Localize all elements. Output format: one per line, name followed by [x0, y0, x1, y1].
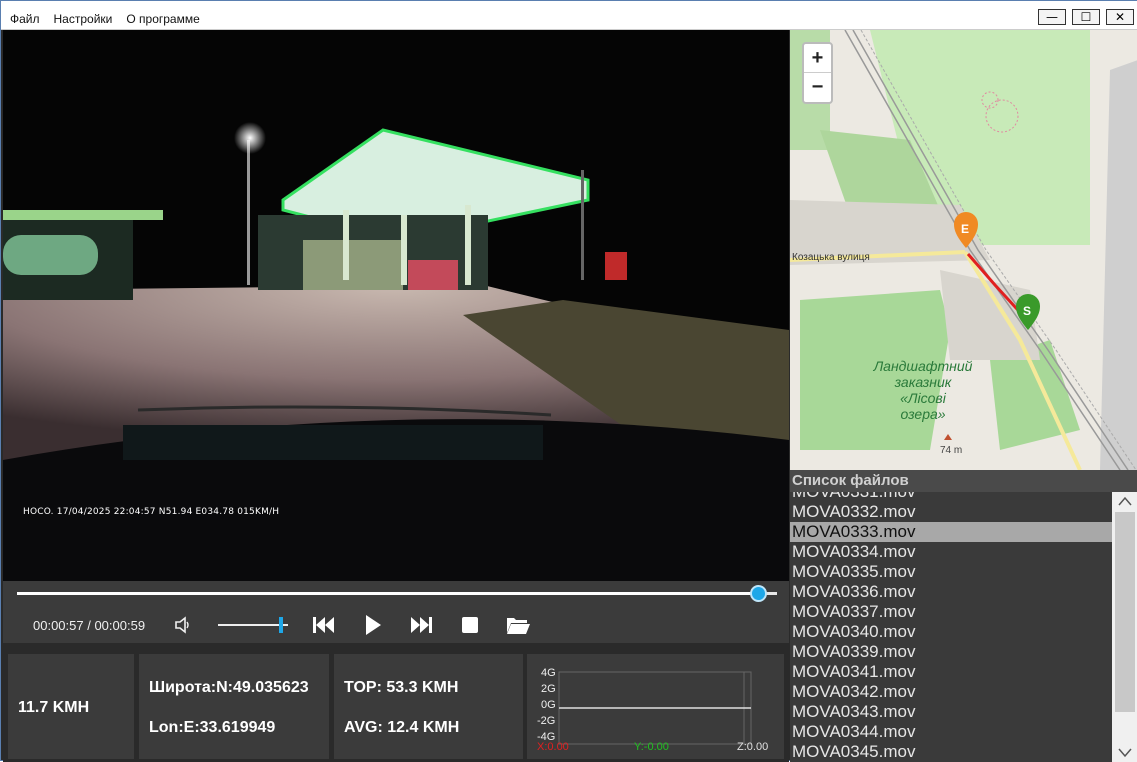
park-label-line: озера»: [900, 406, 946, 422]
video-overlay-text: HOCO. 17/04/2025 22:04:57 N51.94 E034.78…: [23, 507, 280, 517]
gsensor-y-value: Y:-0.00: [634, 741, 669, 753]
gsensor-x-value: X:0.00: [537, 741, 569, 753]
folder-open-icon[interactable]: [504, 613, 532, 637]
file-list-title: Список файлов: [790, 470, 1137, 492]
gsensor-tick: 4G: [541, 667, 556, 679]
list-item[interactable]: MOVA0342.mov: [790, 682, 1112, 702]
volume-slider[interactable]: [218, 617, 288, 633]
street-label: Козацька вулиця: [792, 252, 870, 263]
list-item[interactable]: MOVA0331.mov: [790, 492, 1112, 502]
dashcam-scene: [3, 30, 789, 581]
seek-bar-thumb[interactable]: [750, 585, 767, 602]
gsensor-z-value: Z:0.00: [737, 741, 769, 753]
latitude-value: Широта:N:49.035623: [149, 679, 309, 696]
file-list[interactable]: MOVA0331.mov MOVA0332.movMOVA0333.movMOV…: [790, 492, 1112, 762]
list-item[interactable]: MOVA0332.mov: [790, 502, 1112, 522]
time-display: 00:00:57 / 00:00:59: [33, 618, 146, 633]
list-item[interactable]: MOVA0345.mov: [790, 742, 1112, 762]
list-item[interactable]: MOVA0344.mov: [790, 722, 1112, 742]
playback-controls: 00:00:57 / 00:00:59: [3, 581, 789, 643]
park-label-line: «Лісові: [900, 390, 946, 406]
gsensor-tick: -2G: [537, 715, 556, 727]
scrollbar-thumb[interactable]: [1115, 512, 1135, 712]
skip-back-icon[interactable]: [310, 613, 338, 637]
speed-panel: 11.7 KMH: [8, 654, 134, 759]
telemetry-panel: 11.7 KMH Широта:N:49.035623 Lon:E:33.619…: [3, 643, 789, 762]
park-label: Ландшафтний заказник «Лісові озера»: [868, 358, 978, 422]
seek-bar-fill: [17, 592, 758, 595]
zoom-in-button[interactable]: +: [804, 44, 831, 73]
list-item[interactable]: MOVA0340.mov: [790, 622, 1112, 642]
scroll-down-icon[interactable]: [1112, 744, 1137, 762]
file-list-panel: Список файлов MOVA0331.mov MOVA0332.movM…: [790, 470, 1137, 762]
park-label-line: Ландшафтний: [873, 358, 973, 374]
list-item[interactable]: MOVA0336.mov: [790, 582, 1112, 602]
minimize-button[interactable]: —: [1038, 9, 1066, 25]
current-speed: 11.7 KMH: [18, 699, 90, 716]
end-marker-label: E: [961, 222, 970, 236]
menu-bar: Файл Настройки О программе — ☐ ✕: [1, 1, 1137, 30]
coordinates-panel: Широта:N:49.035623 Lon:E:33.619949: [139, 654, 329, 759]
scroll-up-icon[interactable]: [1112, 492, 1137, 510]
video-frame[interactable]: HOCO. 17/04/2025 22:04:57 N51.94 E034.78…: [3, 30, 789, 581]
menu-about[interactable]: О программе: [126, 12, 199, 26]
speed-stats-panel: TOP: 53.3 KMH AVG: 12.4 KMH: [334, 654, 523, 759]
park-label-line: заказник: [894, 374, 952, 390]
list-item[interactable]: MOVA0335.mov: [790, 562, 1112, 582]
menu-file[interactable]: Файл: [10, 12, 40, 26]
list-item[interactable]: MOVA0334.mov: [790, 542, 1112, 562]
maximize-button[interactable]: ☐: [1072, 9, 1100, 25]
skip-forward-icon[interactable]: [407, 613, 435, 637]
menu-settings[interactable]: Настройки: [54, 12, 113, 26]
close-button[interactable]: ✕: [1106, 9, 1134, 25]
average-speed: AVG: 12.4 KMH: [344, 719, 460, 736]
list-item[interactable]: MOVA0333.mov: [790, 522, 1112, 542]
list-item[interactable]: MOVA0337.mov: [790, 602, 1112, 622]
zoom-out-button[interactable]: −: [804, 73, 831, 102]
map-view[interactable]: E S Козацька вулиця Ландшафтний заказник…: [790, 30, 1137, 470]
longitude-value: Lon:E:33.619949: [149, 719, 276, 736]
play-icon[interactable]: [359, 613, 387, 637]
gsensor-graph: 4G 2G 0G -2G -4G X:0.00 Y:-0.00 Z:0.00: [527, 654, 784, 759]
start-marker-label: S: [1023, 304, 1032, 318]
list-item[interactable]: MOVA0343.mov: [790, 702, 1112, 722]
volume-slider-thumb[interactable]: [279, 617, 283, 633]
stop-icon[interactable]: [456, 613, 484, 637]
gsensor-tick: 0G: [541, 699, 556, 711]
elevation-label: 74 m: [940, 445, 963, 456]
list-item[interactable]: MOVA0339.mov: [790, 642, 1112, 662]
volume-icon[interactable]: [169, 613, 197, 637]
top-speed: TOP: 53.3 KMH: [344, 679, 459, 696]
app-window: Файл Настройки О программе — ☐ ✕ HOCO. 1…: [0, 0, 1137, 762]
file-list-scrollbar[interactable]: [1112, 492, 1137, 762]
gsensor-tick: 2G: [541, 683, 556, 695]
zoom-control: + −: [802, 42, 833, 104]
seek-bar[interactable]: [17, 585, 777, 602]
list-item[interactable]: MOVA0341.mov: [790, 662, 1112, 682]
